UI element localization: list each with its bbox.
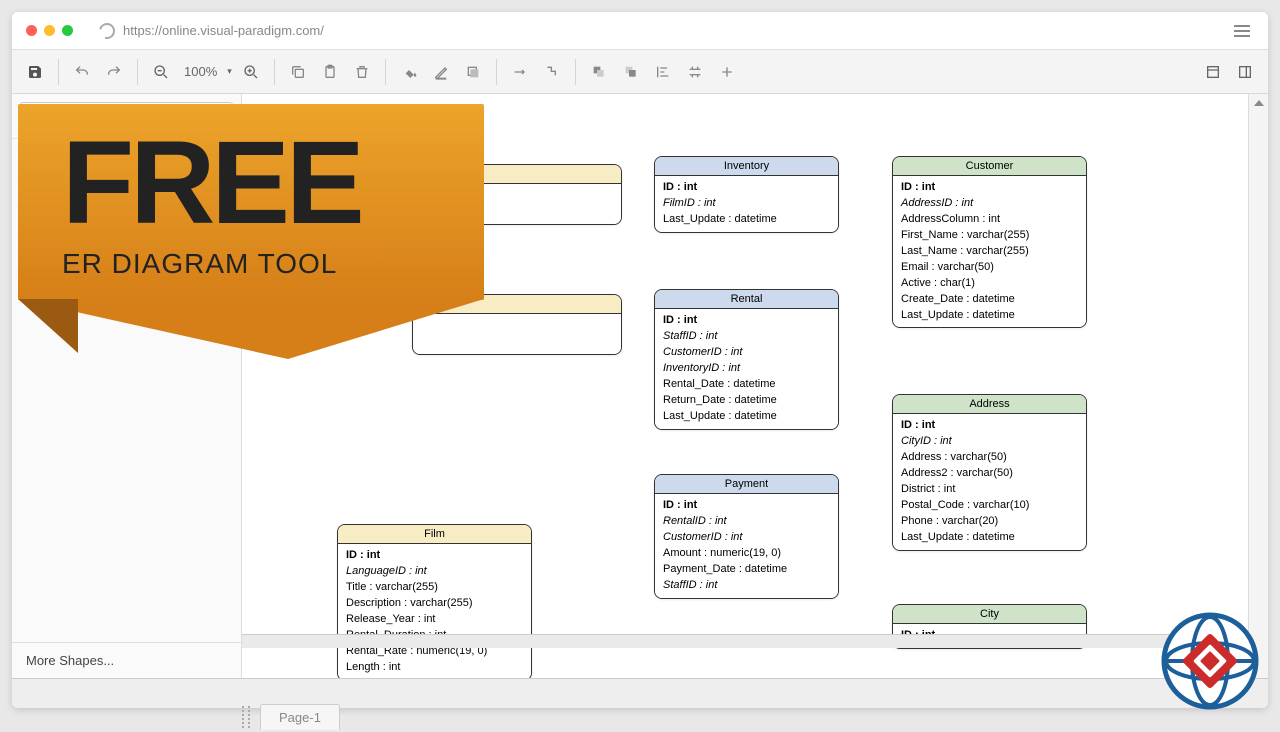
undo-icon[interactable] — [69, 59, 95, 85]
entity-column: Phone : varchar(20) — [901, 514, 1078, 530]
distribute-icon[interactable] — [682, 59, 708, 85]
connector-icon[interactable] — [507, 59, 533, 85]
minimize-icon[interactable] — [44, 25, 55, 36]
shadow-icon[interactable] — [460, 59, 486, 85]
entity-inventory[interactable]: Inventory ID : intFilmID : intLast_Update… — [654, 156, 839, 233]
entity-column: Email : varchar(50) — [901, 260, 1078, 276]
entity-header: Rental — [655, 290, 838, 309]
save-icon[interactable] — [22, 59, 48, 85]
entity-column: Active : char(1) — [901, 276, 1078, 292]
page-tab-1[interactable]: Page-1 — [260, 704, 340, 708]
entity-column: ID : int — [663, 498, 830, 514]
fullscreen-icon[interactable] — [1200, 59, 1226, 85]
entity-header: Inventory — [655, 157, 838, 176]
entity-column: District : int — [901, 482, 1078, 498]
bottom-bar — [12, 678, 1268, 708]
entity-column: Address : varchar(50) — [901, 450, 1078, 466]
entity-column: First_Name : varchar(255) — [901, 228, 1078, 244]
entity-column: FilmID : int — [663, 196, 830, 212]
entity-column: Postal_Code : varchar(10) — [901, 498, 1078, 514]
banner-subtitle: ER DIAGRAM TOOL — [62, 248, 440, 280]
entity-column: StaffID : int — [663, 578, 830, 594]
fill-icon[interactable] — [396, 59, 422, 85]
align-icon[interactable] — [650, 59, 676, 85]
entity-column: StaffID : int — [663, 329, 830, 345]
entity-column: AddressID : int — [901, 196, 1078, 212]
maximize-icon[interactable] — [62, 25, 73, 36]
entity-column: CityID : int — [901, 434, 1078, 450]
delete-icon[interactable] — [349, 59, 375, 85]
entity-column: ID : int — [663, 313, 830, 329]
waypoint-icon[interactable] — [539, 59, 565, 85]
entity-column: ID : int — [346, 548, 523, 564]
entity-rental[interactable]: Rental ID : intStaffID : intCustomerID : … — [654, 289, 839, 430]
right-panel-collapsed[interactable] — [1248, 94, 1268, 678]
zoom-out-icon[interactable] — [148, 59, 174, 85]
entity-column: Last_Update : datetime — [663, 409, 830, 425]
entity-column: AddressColumn : int — [901, 212, 1078, 228]
promo-banner: FREE ER DIAGRAM TOOL — [18, 104, 484, 370]
close-icon[interactable] — [26, 25, 37, 36]
format-panel-icon[interactable] — [1232, 59, 1258, 85]
entity-column: ID : int — [663, 180, 830, 196]
entity-header: Film — [338, 525, 531, 544]
entity-column: LanguageID : int — [346, 564, 523, 580]
entity-column: Rental_Date : datetime — [663, 377, 830, 393]
copy-icon[interactable] — [285, 59, 311, 85]
entity-column: ID : int — [901, 418, 1078, 434]
browser-bar: https://online.visual-paradigm.com/ — [12, 12, 1268, 50]
redo-icon[interactable] — [101, 59, 127, 85]
stroke-icon[interactable] — [428, 59, 454, 85]
visual-paradigm-logo-icon — [1160, 611, 1260, 716]
entity-column: Description : varchar(255) — [346, 596, 523, 612]
entity-column: CustomerID : int — [663, 345, 830, 361]
zoom-value[interactable]: 100% — [180, 64, 221, 79]
entity-column: Last_Update : datetime — [901, 308, 1078, 324]
entity-column: Length : int — [346, 660, 523, 676]
banner-title: FREE — [62, 130, 440, 236]
entity-column: Amount : numeric(19, 0) — [663, 546, 830, 562]
entity-customer[interactable]: Customer ID : intAddressID : intAddressCo… — [892, 156, 1087, 328]
entity-column: Return_Date : datetime — [663, 393, 830, 409]
entity-film[interactable]: Film ID : intLanguageID : intTitle : varc… — [337, 524, 532, 678]
entity-header: Customer — [893, 157, 1086, 176]
menu-icon[interactable] — [1230, 21, 1254, 41]
entity-column: Payment_Date : datetime — [663, 562, 830, 578]
entity-column: Title : varchar(255) — [346, 580, 523, 596]
entity-column: CustomerID : int — [663, 530, 830, 546]
reload-icon[interactable] — [96, 20, 118, 42]
entity-header: City — [893, 605, 1086, 624]
entity-payment[interactable]: Payment ID : intRentalID : intCustomerID … — [654, 474, 839, 599]
entity-column: Last_Update : datetime — [901, 530, 1078, 546]
entity-column: ID : int — [901, 180, 1078, 196]
paste-icon[interactable] — [317, 59, 343, 85]
entity-column: Last_Update : datetime — [663, 212, 830, 228]
url-text: https://online.visual-paradigm.com/ — [123, 23, 324, 38]
toolbar: 100%▾ — [12, 50, 1268, 94]
zoom-in-icon[interactable] — [238, 59, 264, 85]
entity-column: Last_Name : varchar(255) — [901, 244, 1078, 260]
front-icon[interactable] — [586, 59, 612, 85]
window-controls — [26, 25, 73, 36]
entity-column: Release_Year : int — [346, 612, 523, 628]
back-icon[interactable] — [618, 59, 644, 85]
more-shapes-button[interactable]: More Shapes... — [12, 642, 241, 678]
entity-column: RentalID : int — [663, 514, 830, 530]
entity-column: InventoryID : int — [663, 361, 830, 377]
page-drag-handle-icon[interactable] — [242, 706, 250, 708]
add-icon[interactable] — [714, 59, 740, 85]
entity-address[interactable]: Address ID : intCityID : intAddress : var… — [892, 394, 1087, 551]
entity-header: Address — [893, 395, 1086, 414]
entity-column: Address2 : varchar(50) — [901, 466, 1078, 482]
horizontal-scrollbar[interactable] — [242, 634, 1248, 648]
entity-header: Payment — [655, 475, 838, 494]
entity-column: Create_Date : datetime — [901, 292, 1078, 308]
